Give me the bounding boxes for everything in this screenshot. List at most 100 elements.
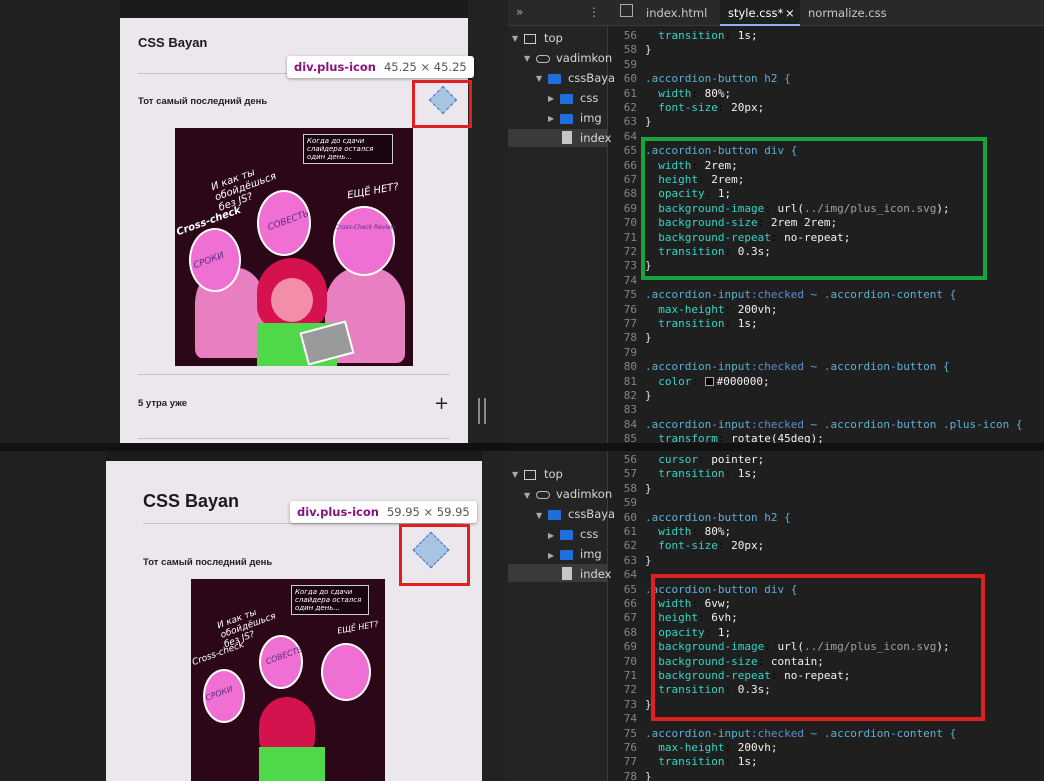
code-line[interactable]: 79 bbox=[608, 346, 645, 360]
code-line[interactable]: 74 bbox=[608, 712, 645, 726]
comic-girl-face bbox=[271, 278, 313, 322]
code-line[interactable]: 73} bbox=[608, 698, 652, 712]
code-line[interactable]: 82} bbox=[608, 389, 652, 403]
code-line[interactable]: 61 width: 80%; bbox=[608, 525, 731, 539]
code-line[interactable]: 78} bbox=[608, 331, 652, 345]
code-text[interactable]: max-height: 200vh; bbox=[645, 303, 777, 316]
code-text[interactable]: .accordion-button h2 { bbox=[645, 511, 791, 524]
code-line[interactable]: 76 max-height: 200vh; bbox=[608, 741, 778, 755]
code-text[interactable]: .accordion-input:checked ~ .accordion-bu… bbox=[645, 418, 1023, 431]
expand-arrow-icon[interactable]: ▼ bbox=[524, 54, 530, 63]
code-line[interactable]: 58} bbox=[608, 43, 652, 57]
code-text[interactable]: transition: 1s; bbox=[645, 467, 757, 480]
code-line[interactable]: 59 bbox=[608, 58, 645, 72]
code-line[interactable]: 62 font-size: 20px; bbox=[608, 101, 764, 115]
code-line[interactable]: 63} bbox=[608, 115, 652, 129]
code-line[interactable]: 64 bbox=[608, 130, 645, 144]
code-line[interactable]: 76 max-height: 200vh; bbox=[608, 303, 778, 317]
code-line[interactable]: 77 transition: 1s; bbox=[608, 317, 758, 331]
code-line[interactable]: 61 width: 80%; bbox=[608, 87, 731, 101]
kebab-menu-icon[interactable]: ⋮ bbox=[588, 5, 600, 19]
code-text[interactable]: } bbox=[645, 43, 652, 56]
more-tabs-icon[interactable]: » bbox=[516, 5, 523, 19]
accordion-title[interactable]: Тот самый последний день bbox=[143, 557, 272, 568]
code-line[interactable]: 63} bbox=[608, 554, 652, 568]
code-line[interactable]: 77 transition: 1s; bbox=[608, 755, 758, 769]
expand-arrow-icon[interactable]: ▼ bbox=[512, 34, 518, 43]
code-line[interactable]: 60 .accordion-button h2 { bbox=[608, 511, 791, 525]
nav-item-domain[interactable]: vadimkon bbox=[556, 51, 612, 65]
plus-icon[interactable]: + bbox=[434, 393, 449, 414]
nav-item-domain[interactable]: vadimkon bbox=[556, 487, 612, 501]
code-text[interactable]: .accordion-input:checked ~ .accordion-co… bbox=[645, 288, 956, 301]
code-text[interactable]: max-height: 200vh; bbox=[645, 741, 777, 754]
code-text[interactable]: transition: 1s; bbox=[645, 29, 757, 42]
expand-arrow-icon[interactable]: ▼ bbox=[524, 491, 530, 500]
code-text[interactable]: .accordion-button h2 { bbox=[645, 72, 791, 85]
code-text[interactable]: } bbox=[645, 770, 652, 781]
code-line[interactable]: 80 .accordion-input:checked ~ .accordion-… bbox=[608, 360, 950, 374]
tab-normalize-css[interactable]: normalize.css bbox=[808, 6, 887, 20]
code-line[interactable]: 64 bbox=[608, 568, 645, 582]
tab-style-css[interactable]: style.css* bbox=[728, 6, 783, 20]
code-text[interactable]: font-size: 20px; bbox=[645, 539, 764, 552]
code-line[interactable]: 60 .accordion-button h2 { bbox=[608, 72, 791, 86]
expand-arrow-icon[interactable]: ▼ bbox=[512, 470, 518, 479]
nav-item-css[interactable]: css bbox=[580, 91, 598, 105]
code-line[interactable]: 85 transform: rotate(45deg); bbox=[608, 432, 824, 443]
code-line[interactable]: 84 .accordion-input:checked ~ .accordion-… bbox=[608, 418, 1023, 432]
collapse-arrow-icon[interactable]: ▶ bbox=[548, 551, 554, 560]
code-line[interactable]: 62 font-size: 20px; bbox=[608, 539, 764, 553]
code-text[interactable]: } bbox=[645, 115, 652, 128]
line-number: 84 bbox=[623, 417, 637, 431]
code-text[interactable]: } bbox=[645, 482, 652, 495]
code-line[interactable]: 81 color: #000000; bbox=[608, 375, 770, 389]
code-line[interactable]: 75 .accordion-input:checked ~ .accordion-… bbox=[608, 726, 957, 741]
code-line[interactable]: 58} bbox=[608, 482, 652, 496]
line-number: 75 bbox=[623, 726, 637, 740]
accordion-title[interactable]: Тот самый последний день bbox=[138, 96, 267, 107]
tab-index-html[interactable]: index.html bbox=[646, 6, 707, 20]
collapse-arrow-icon[interactable]: ▶ bbox=[548, 114, 554, 123]
nav-item-css[interactable]: css bbox=[580, 527, 598, 541]
expand-arrow-icon[interactable]: ▼ bbox=[536, 511, 542, 520]
nav-item-img[interactable]: img bbox=[580, 547, 602, 561]
code-text[interactable]: font-size: 20px; bbox=[645, 101, 764, 114]
collapse-arrow-icon[interactable]: ▶ bbox=[548, 531, 554, 540]
code-line[interactable]: 56 cursor: pointer; bbox=[608, 453, 764, 467]
code-line[interactable]: 78} bbox=[608, 770, 652, 781]
code-text[interactable]: } bbox=[645, 331, 652, 344]
nav-item-index[interactable]: index bbox=[580, 567, 611, 581]
code-text[interactable]: cursor: pointer; bbox=[645, 453, 764, 466]
expand-arrow-icon[interactable]: ▼ bbox=[536, 74, 542, 83]
code-line[interactable]: 59 bbox=[608, 496, 645, 510]
toggle-sidebar-icon[interactable] bbox=[620, 4, 633, 17]
code-text[interactable]: .accordion-input:checked ~ .accordion-co… bbox=[645, 727, 956, 740]
accordion-title[interactable]: 5 утра уже bbox=[138, 398, 187, 409]
code-text[interactable]: transform: rotate(45deg); bbox=[645, 432, 824, 443]
code-text[interactable]: .accordion-input:checked ~ .accordion-bu… bbox=[645, 360, 950, 373]
nav-item-top[interactable]: top bbox=[544, 31, 563, 45]
code-text[interactable]: } bbox=[645, 389, 652, 402]
code-text[interactable]: transition: 1s; bbox=[645, 317, 757, 330]
nav-item-img[interactable]: img bbox=[580, 111, 602, 125]
code-line[interactable]: 57 transition: 1s; bbox=[608, 467, 758, 481]
line-number: 72 bbox=[623, 683, 637, 697]
line-number: 70 bbox=[623, 654, 637, 668]
code-text[interactable]: width: 80%; bbox=[645, 87, 731, 100]
code-text[interactable]: } bbox=[645, 554, 652, 567]
folder-icon bbox=[548, 510, 561, 520]
code-line[interactable]: 75 .accordion-input:checked ~ .accordion-… bbox=[608, 288, 957, 302]
nav-item-top[interactable]: top bbox=[544, 467, 563, 481]
left-gutter bbox=[0, 451, 106, 781]
code-text[interactable]: width: 80%; bbox=[645, 525, 731, 538]
close-icon[interactable]: × bbox=[785, 6, 795, 20]
collapse-arrow-icon[interactable]: ▶ bbox=[548, 94, 554, 103]
code-line[interactable]: 56 transition: 1s; bbox=[608, 29, 758, 43]
nav-item-index[interactable]: index bbox=[580, 131, 611, 145]
code-text[interactable]: transition: 1s; bbox=[645, 755, 757, 768]
resize-handle[interactable] bbox=[478, 398, 486, 424]
code-text[interactable]: color: #000000; bbox=[645, 375, 769, 388]
code-line[interactable]: 74 bbox=[608, 274, 645, 288]
code-line[interactable]: 83 bbox=[608, 403, 645, 417]
